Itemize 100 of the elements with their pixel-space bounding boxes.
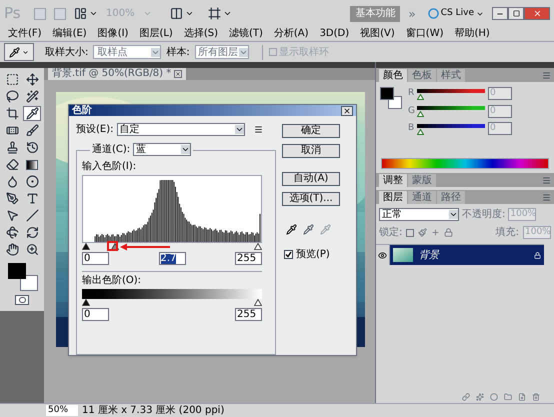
- color-slider[interactable]: [417, 122, 485, 135]
- menu-item[interactable]: 分析(A): [274, 29, 309, 39]
- brush-icon: [26, 124, 38, 137]
- layer-thumbnail: [393, 248, 413, 262]
- panel-menu-icon[interactable]: [542, 193, 551, 202]
- field-label: 预设(E):: [76, 122, 114, 136]
- caret-icon: [234, 124, 244, 134]
- caret-icon: [181, 145, 190, 154]
- panel-menu-icon[interactable]: [542, 176, 551, 185]
- panel-tab[interactable]: 颜色: [379, 69, 407, 82]
- color-swatches[interactable]: [6, 263, 38, 291]
- eyedropper-icon[interactable]: [303, 224, 314, 235]
- circle-icon[interactable]: [490, 393, 498, 401]
- layer-row[interactable]: 背景: [390, 245, 544, 265]
- value-field[interactable]: 0: [82, 308, 109, 321]
- value-field[interactable]: 2.7: [158, 252, 186, 265]
- cs-live-button[interactable]: CS Live: [428, 6, 484, 20]
- panel-tab[interactable]: 样式: [437, 69, 465, 82]
- preset-dropdown[interactable]: 自定: [116, 122, 244, 136]
- menu-item[interactable]: 窗口(W): [406, 29, 444, 39]
- caret-icon: [89, 9, 98, 18]
- dialog-button[interactable]: 自动(A): [282, 172, 340, 186]
- quick-mask-icon[interactable]: [15, 295, 29, 305]
- channel-dropdown[interactable]: 蓝: [133, 143, 192, 156]
- zoom-field[interactable]: 50%: [46, 405, 78, 416]
- dropdown-value: 取样点: [97, 46, 128, 60]
- value-field[interactable]: 0: [82, 252, 109, 265]
- gradient-icon: [26, 160, 38, 170]
- columns-icon: [170, 7, 183, 20]
- lock-icon[interactable]: [444, 228, 454, 237]
- section-label: 输出色阶(O):: [82, 276, 142, 286]
- color-slider[interactable]: [417, 105, 485, 118]
- checkbox[interactable]: [284, 250, 293, 259]
- channel-letter: G: [408, 104, 414, 118]
- close-button[interactable]: [341, 106, 353, 116]
- value-field[interactable]: 255: [235, 308, 262, 321]
- sparkles-icon[interactable]: [476, 393, 484, 401]
- trash-icon[interactable]: [532, 393, 540, 401]
- folder-icon[interactable]: [504, 393, 512, 401]
- minimize-button[interactable]: [492, 7, 508, 20]
- dialog-button[interactable]: 选项(T)...: [282, 192, 340, 206]
- close-icon: [532, 9, 542, 18]
- new-file-icon[interactable]: [518, 393, 526, 401]
- menu-item[interactable]: 3D(D): [320, 29, 350, 39]
- link-icon[interactable]: [462, 393, 470, 401]
- value-field[interactable]: 255: [235, 252, 262, 265]
- caret-icon: [222, 9, 232, 18]
- move-arrows-icon: [26, 73, 38, 86]
- close-icon[interactable]: [174, 70, 182, 78]
- panel-tab[interactable]: 图层: [379, 191, 407, 204]
- maximize-button[interactable]: [508, 7, 524, 20]
- color-swatches[interactable]: [380, 87, 402, 109]
- menu-item[interactable]: 视图(V): [360, 29, 395, 39]
- panel-tab[interactable]: 色板: [408, 69, 436, 82]
- panel-menu-icon[interactable]: [542, 71, 551, 80]
- arrange-button[interactable]: [170, 7, 194, 20]
- screen-mode-button[interactable]: [208, 7, 232, 20]
- menu-item[interactable]: 图像(I): [98, 29, 128, 39]
- ring-icon: [428, 8, 439, 19]
- pen-icon: [6, 192, 18, 205]
- panel-tab[interactable]: 通道: [408, 191, 436, 204]
- menu-item[interactable]: 帮助(H): [454, 29, 490, 39]
- document-info: 11 厘米 x 7.33 厘米 (200 ppi): [82, 406, 224, 416]
- field-label: 不透明度:: [462, 208, 506, 222]
- panel-tab[interactable]: 蒙版: [408, 174, 436, 187]
- caret-icon: [238, 48, 248, 56]
- color-spectrum[interactable]: [381, 158, 549, 169]
- tool-button[interactable]: [23, 106, 41, 121]
- caret-icon: [142, 9, 152, 18]
- brush-icon[interactable]: [418, 228, 428, 237]
- panel-tab[interactable]: 路径: [437, 191, 465, 204]
- lock-pixels-icon[interactable]: [406, 228, 414, 236]
- eyedropper-icon[interactable]: [286, 224, 297, 235]
- dialog-title: 色阶: [72, 106, 92, 116]
- document-title: 背景.tif @ 50%(RGB/8) *: [52, 69, 172, 79]
- menu-item[interactable]: 图层(L): [139, 29, 173, 39]
- tool-preset-button[interactable]: [4, 43, 34, 61]
- field-label: 锁定:: [379, 226, 402, 240]
- panel-tab[interactable]: 调整: [379, 174, 407, 187]
- eraser-icon: [6, 158, 18, 171]
- color-slider[interactable]: [417, 88, 485, 100]
- menu-item[interactable]: 滤镜(T): [228, 29, 263, 39]
- type-icon: [26, 192, 38, 205]
- view-extras-button[interactable]: [74, 7, 98, 20]
- dropdown-value: 蓝: [136, 142, 146, 157]
- menu-item[interactable]: 选择(S): [184, 29, 218, 39]
- app-logo: Ps: [4, 3, 22, 24]
- menu-item[interactable]: 编辑(E): [52, 29, 87, 39]
- highlight-square: [107, 241, 118, 251]
- dropdown[interactable]: 所有图层: [194, 45, 249, 59]
- dialog-button[interactable]: 确定: [282, 124, 340, 138]
- tool-button[interactable]: [23, 157, 41, 172]
- preset-menu-icon[interactable]: [254, 124, 262, 134]
- menu-item[interactable]: 文件(F): [8, 29, 42, 39]
- layout-icon: [74, 7, 87, 20]
- dropdown[interactable]: 取样点: [93, 45, 162, 59]
- blend-mode-dropdown[interactable]: 正常: [379, 208, 459, 221]
- dialog-button[interactable]: 取消: [282, 144, 340, 158]
- caret-icon: [151, 48, 160, 56]
- document-tab[interactable]: 背景.tif @ 50%(RGB/8) *: [48, 68, 186, 80]
